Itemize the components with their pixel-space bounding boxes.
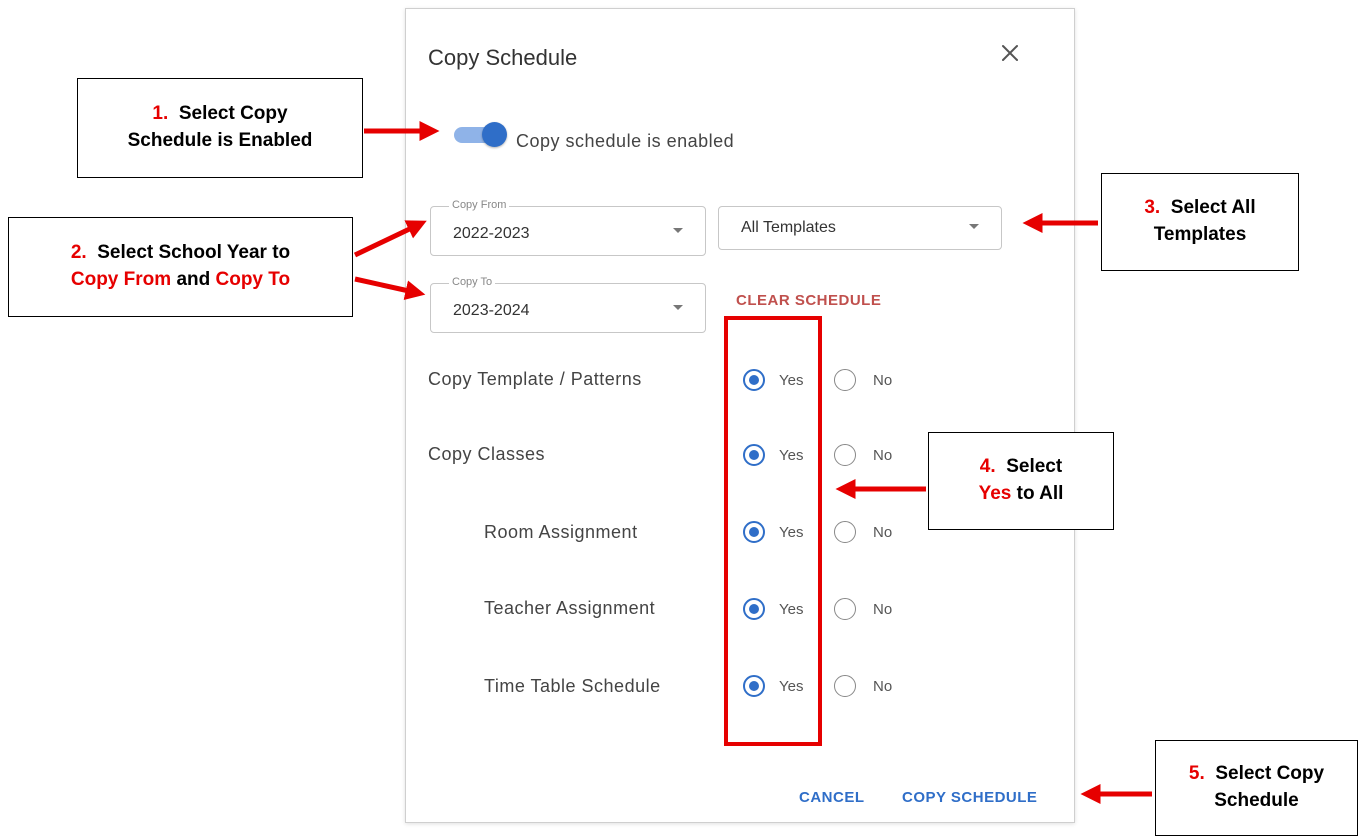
annotation-arrows [353, 121, 1152, 804]
arrow-2b [354, 276, 426, 301]
arrow-2a [353, 220, 427, 258]
